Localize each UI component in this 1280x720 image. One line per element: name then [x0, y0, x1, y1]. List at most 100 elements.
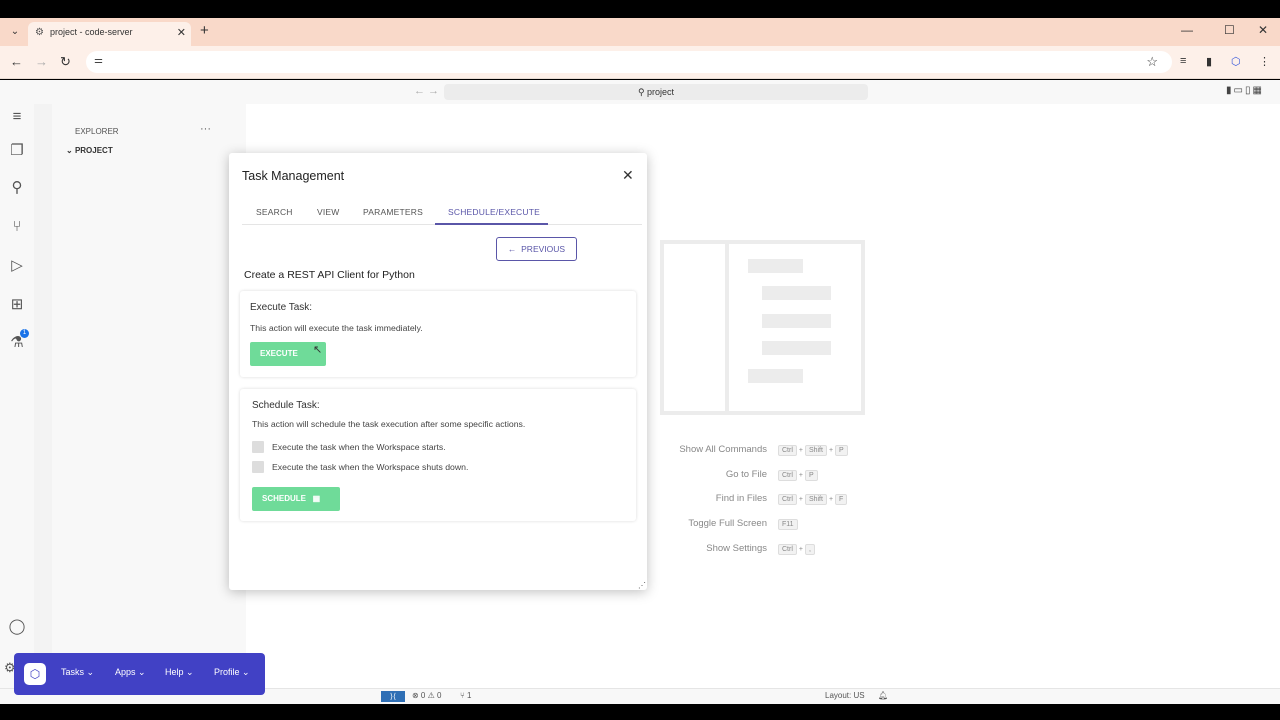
- site-info-icon[interactable]: ⚌: [94, 55, 103, 66]
- chevron-down-icon: ⌄: [138, 667, 146, 677]
- media-icon[interactable]: ≡: [1180, 55, 1186, 67]
- tab-parameters[interactable]: PARAMETERS: [363, 207, 423, 217]
- app-logo-icon[interactable]: ⬡: [24, 663, 46, 685]
- tab-close-icon[interactable]: ✕: [177, 26, 186, 39]
- checkbox[interactable]: [252, 461, 264, 473]
- key-plus: +: [798, 472, 803, 479]
- shortcut-label: Show All Commands: [679, 444, 767, 455]
- activity-bar: ≡ ❐ ⚲ ⑂ ▷ ⊞ 1 ⚗ ◯: [0, 104, 34, 696]
- editor-titlebar: ← → ⚲ project ▮▭▯▦: [0, 80, 1280, 104]
- ports-status[interactable]: ⑂ 1: [460, 691, 471, 700]
- reload-icon[interactable]: ↻: [60, 54, 71, 70]
- shortcut-label: Show Settings: [706, 543, 767, 554]
- tab-search-chevron-icon[interactable]: ⌄: [7, 24, 23, 40]
- watermark-line: [762, 286, 831, 300]
- nav-back-icon[interactable]: ←: [414, 85, 425, 97]
- tab-view[interactable]: VIEW: [317, 207, 340, 217]
- menu-help[interactable]: Help ⌄: [165, 667, 194, 678]
- key: P: [835, 445, 848, 456]
- resize-handle-icon[interactable]: ⋰: [638, 581, 646, 590]
- code-server-icon: ⚙: [35, 27, 44, 38]
- explorer-icon[interactable]: ❐: [8, 142, 26, 160]
- extension-icon[interactable]: ⬡: [1231, 55, 1241, 68]
- keyboard-layout-status[interactable]: Layout: US: [825, 691, 865, 700]
- calendar-icon: ▦: [306, 494, 321, 503]
- schedule-button-label: SCHEDULE: [262, 494, 307, 503]
- search-icon: ⚲: [637, 87, 648, 97]
- new-tab-button[interactable]: +: [200, 22, 209, 39]
- execute-card-description: This action will execute the task immedi…: [250, 323, 423, 333]
- checkbox[interactable]: [252, 441, 264, 453]
- schedule-button[interactable]: SCHEDULE ▦: [252, 487, 340, 511]
- shortcut-label: Toggle Full Screen: [688, 518, 767, 529]
- key: Ctrl: [778, 544, 797, 555]
- browser-menu-icon[interactable]: ⋮: [1259, 55, 1270, 68]
- shortcut-label: Find in Files: [715, 493, 767, 504]
- explorer-more-actions[interactable]: ···: [200, 123, 211, 135]
- watermark-line: [748, 369, 803, 383]
- tab-search[interactable]: SEARCH: [256, 207, 293, 217]
- command-center[interactable]: ⚲ project: [444, 84, 868, 100]
- layout-toggle-icons[interactable]: ▮▭▯▦: [1226, 85, 1264, 96]
- menu-tasks[interactable]: Tasks ⌄: [61, 667, 94, 678]
- key-plus: +: [798, 546, 803, 553]
- menu-apps-label: Apps: [115, 667, 136, 677]
- remote-indicator-icon[interactable]: ⟩⟨: [381, 691, 405, 702]
- explorer-panel: EXPLORER ··· ⌄ PROJECT: [52, 104, 246, 696]
- schedule-task-card: Schedule Task: This action will schedule…: [240, 389, 636, 521]
- maximize-icon[interactable]: ☐: [1224, 23, 1235, 37]
- key-plus: +: [828, 447, 834, 454]
- menu-help-label: Help: [165, 667, 184, 677]
- dialog-title: Task Management: [242, 169, 345, 183]
- menu-icon[interactable]: ≡: [8, 108, 26, 126]
- run-debug-icon[interactable]: ▷: [8, 257, 26, 275]
- forward-icon[interactable]: →: [35, 54, 48, 69]
- execute-task-card: Execute Task: This action will execute t…: [240, 291, 636, 377]
- bookmark-star-icon[interactable]: ☆: [1146, 54, 1158, 70]
- key-plus: +: [798, 496, 803, 503]
- shortcut-keys: Ctrl + ,: [778, 544, 817, 555]
- close-icon[interactable]: ✕: [622, 167, 634, 184]
- shortcut-keys: Ctrl + Shift + P: [778, 445, 850, 456]
- watermark-divider: [725, 244, 729, 411]
- testing-icon[interactable]: ⚗: [8, 334, 26, 352]
- task-management-dialog: Task Management ✕ SEARCH VIEW PARAMETERS…: [229, 153, 647, 590]
- shortcut-keys: F11: [778, 519, 800, 530]
- source-control-icon[interactable]: ⑂: [8, 218, 26, 236]
- minimize-icon[interactable]: —: [1181, 23, 1193, 37]
- option-label: Execute the task when the Workspace shut…: [272, 462, 469, 472]
- shortcut-keys: Ctrl + P: [778, 470, 820, 481]
- menu-apps[interactable]: Apps ⌄: [115, 667, 146, 678]
- arrow-left-icon: ←: [507, 244, 522, 254]
- key: F11: [778, 519, 798, 530]
- menu-profile[interactable]: Profile ⌄: [214, 667, 250, 678]
- shortcut-keys: Ctrl + Shift + F: [778, 494, 849, 505]
- shortcut-label: Go to File: [725, 469, 767, 480]
- back-icon[interactable]: ←: [10, 54, 23, 69]
- window-close-icon[interactable]: ✕: [1258, 23, 1268, 37]
- previous-button-label: PREVIOUS: [521, 244, 566, 254]
- project-folder[interactable]: ⌄ PROJECT: [66, 146, 113, 155]
- notifications-icon[interactable]: 🔔︎: [878, 691, 888, 700]
- browser-toolbar: ← → ↻ ⚌ ☆ ≡ ▮ ⬡ ⋮: [0, 46, 1280, 79]
- search-view-icon[interactable]: ⚲: [8, 179, 26, 197]
- browser-tabbar: ⌄ ⚙ project - code-server ✕ + — ☐ ✕: [0, 18, 1280, 46]
- chevron-down-icon: ⌄: [186, 667, 194, 677]
- previous-button[interactable]: ← PREVIOUS: [496, 237, 577, 261]
- browser-tab[interactable]: ⚙ project - code-server ✕: [28, 22, 191, 46]
- address-bar[interactable]: ⚌ ☆: [86, 51, 1172, 73]
- editor-watermark-logo: [660, 240, 865, 415]
- schedule-card-description: This action will schedule the task execu…: [252, 419, 526, 429]
- problems-status[interactable]: ⊗ 0 ⚠ 0: [412, 691, 441, 700]
- extensions-icon[interactable]: ⊞: [8, 296, 26, 314]
- explorer-title: EXPLORER: [75, 127, 119, 136]
- active-tab-indicator: [435, 223, 548, 225]
- chevron-down-icon: ⌄: [86, 667, 95, 677]
- side-panel-icon[interactable]: ▮: [1206, 55, 1212, 68]
- screen-top-border: [0, 0, 1280, 18]
- option-label: Execute the task when the Workspace star…: [272, 442, 446, 452]
- nav-forward-icon[interactable]: →: [428, 85, 439, 97]
- tab-schedule-execute[interactable]: SCHEDULE/EXECUTE: [448, 207, 540, 217]
- account-icon[interactable]: ◯: [8, 618, 26, 636]
- sidebar: EXPLORER ··· ⌄ PROJECT: [34, 104, 246, 696]
